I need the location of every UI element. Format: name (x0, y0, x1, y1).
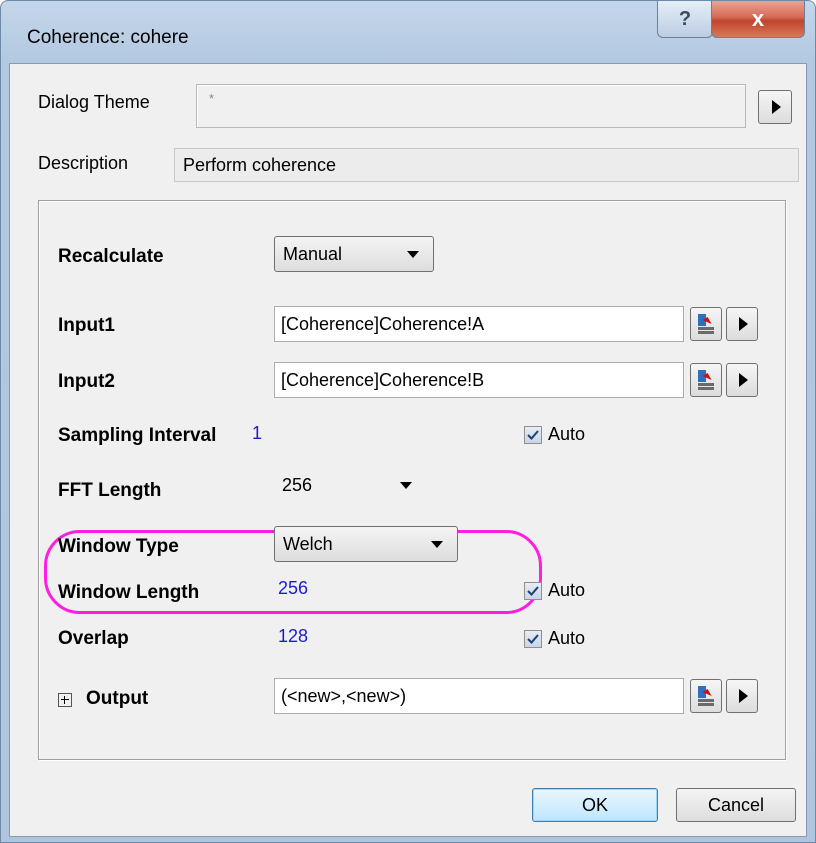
checkmark-icon (527, 430, 539, 440)
output-select-button[interactable] (690, 679, 722, 713)
input1-menu-button[interactable] (726, 307, 758, 341)
right-arrow-icon (739, 689, 748, 703)
input1-label: Input1 (58, 315, 115, 336)
dialog-theme-value: * (209, 91, 215, 106)
output-field[interactable]: (<new>,<new>) (274, 678, 684, 714)
right-arrow-icon (739, 373, 748, 387)
window-title: Coherence: cohere (27, 27, 189, 48)
expand-plus-icon[interactable] (58, 693, 72, 707)
sampling-interval-auto-checkbox[interactable] (524, 426, 542, 444)
right-arrow-icon (739, 317, 748, 331)
theme-menu-button[interactable] (758, 90, 792, 124)
chevron-down-icon (407, 251, 419, 258)
output-value: (<new>,<new>) (281, 686, 407, 706)
checkmark-icon (527, 586, 539, 596)
ok-button[interactable]: OK (532, 788, 658, 822)
input2-select-button[interactable] (690, 363, 722, 397)
close-button[interactable]: x (711, 1, 805, 38)
input2-menu-button[interactable] (726, 363, 758, 397)
dialog-client-area: Dialog Theme * Description Perform coher… (9, 63, 807, 837)
recalculate-dropdown[interactable]: Manual (274, 236, 434, 272)
fft-length-dropdown[interactable]: 256 (274, 468, 426, 504)
window-length-value: 256 (278, 578, 309, 598)
sampling-interval-auto-label: Auto (548, 424, 586, 444)
input2-label: Input2 (58, 371, 115, 392)
dialog-window: Coherence: cohere ? x Dialog Theme * Des… (0, 0, 816, 843)
window-type-value: Welch (283, 534, 333, 554)
description-label: Description (38, 153, 129, 173)
sampling-interval-value: 1 (252, 423, 263, 443)
input1-field[interactable]: [Coherence]Coherence!A (274, 306, 684, 342)
description-value: Perform coherence (183, 155, 337, 175)
window-type-label: Window Type (58, 536, 179, 557)
window-length-auto-checkbox[interactable] (524, 582, 542, 600)
input1-value: [Coherence]Coherence!A (281, 314, 485, 334)
window-length-label: Window Length (58, 582, 200, 603)
output-label: Output (86, 688, 149, 709)
recalculate-value: Manual (283, 244, 343, 264)
output-menu-button[interactable] (726, 679, 758, 713)
column-select-icon (698, 686, 714, 706)
checkmark-icon (527, 634, 539, 644)
description-field: Perform coherence (174, 148, 799, 182)
input2-value: [Coherence]Coherence!B (281, 370, 485, 390)
overlap-auto-checkbox[interactable] (524, 630, 542, 648)
column-select-icon (698, 370, 714, 390)
window-length-auto-label: Auto (548, 580, 586, 600)
chevron-down-icon (400, 482, 412, 489)
input2-field[interactable]: [Coherence]Coherence!B (274, 362, 684, 398)
help-button[interactable]: ? (657, 1, 713, 38)
fft-length-label: FFT Length (58, 480, 162, 501)
dialog-theme-field[interactable]: * (196, 84, 746, 128)
overlap-label: Overlap (58, 628, 129, 649)
cancel-button[interactable]: Cancel (676, 788, 796, 822)
dialog-theme-label: Dialog Theme (38, 92, 150, 112)
fft-length-value: 256 (282, 475, 313, 495)
recalculate-label: Recalculate (58, 246, 164, 267)
window-type-dropdown[interactable]: Welch (274, 526, 458, 562)
input1-select-button[interactable] (690, 307, 722, 341)
overlap-auto-label: Auto (548, 628, 586, 648)
chevron-down-icon (431, 541, 443, 548)
sampling-interval-label: Sampling Interval (58, 425, 217, 446)
right-arrow-icon (772, 100, 781, 114)
column-select-icon (698, 314, 714, 334)
overlap-value: 128 (278, 626, 309, 646)
